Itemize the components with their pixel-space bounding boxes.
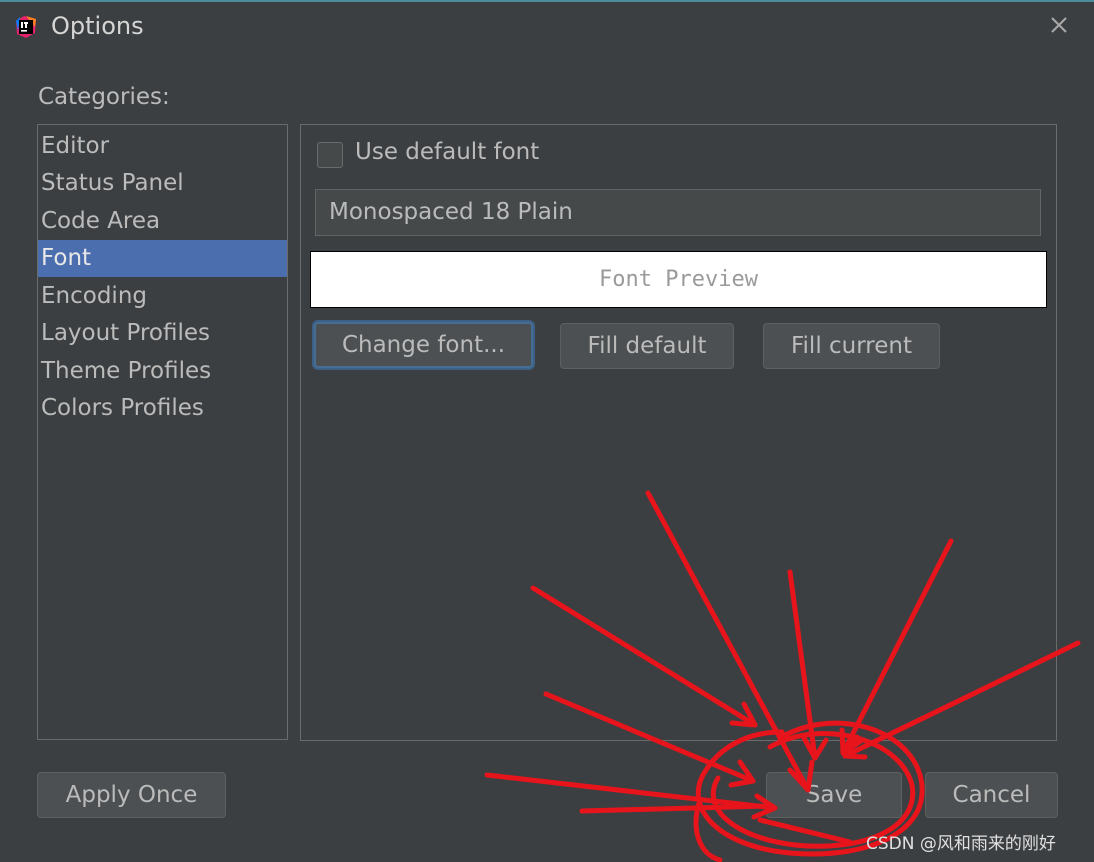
annotation-arrows-overlay (484, 490, 1081, 862)
watermark: CSDN @风和雨来的刚好 (866, 834, 1056, 854)
